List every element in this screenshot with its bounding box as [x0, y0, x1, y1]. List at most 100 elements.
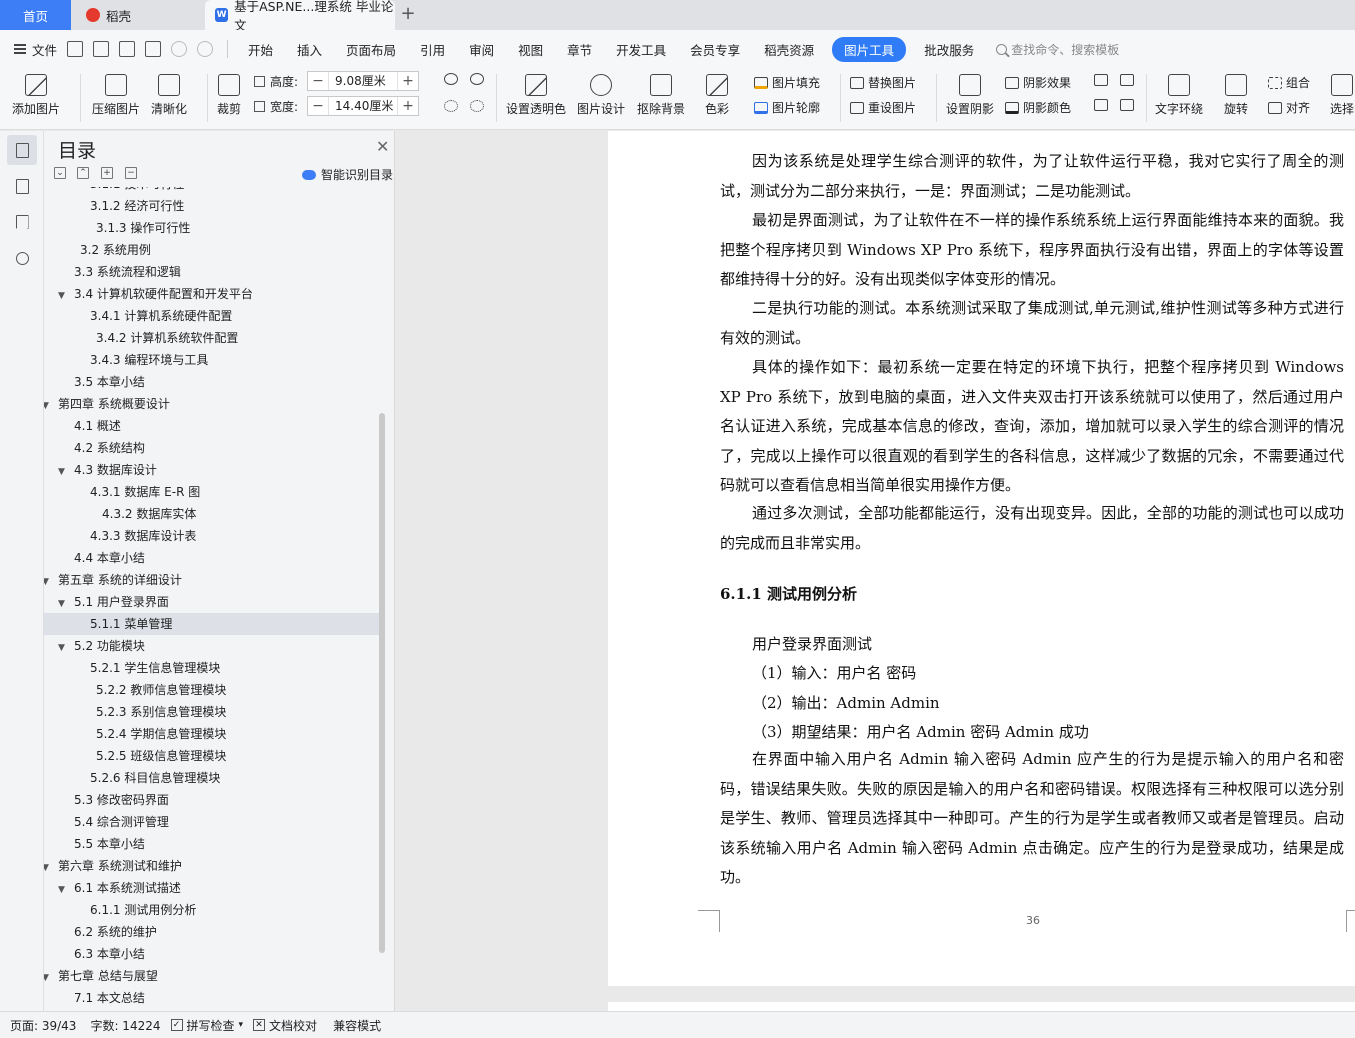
remove-heading-icon[interactable]: −: [125, 167, 137, 179]
word-count[interactable]: 字数: 14224: [90, 1017, 160, 1034]
toc-item[interactable]: ▼ 5.1 用户登录界面: [44, 591, 380, 613]
undo-icon[interactable]: [171, 41, 188, 57]
toc-item[interactable]: ▼ 第七章 总结与展望: [44, 965, 380, 987]
remove-background-button[interactable]: 抠除背景: [637, 70, 685, 117]
toc-item[interactable]: 6.3 本章小结: [44, 943, 380, 965]
collapse-all-icon[interactable]: ⌄: [54, 167, 66, 179]
toc-item[interactable]: 4.2 系统结构: [44, 437, 380, 459]
toc-item[interactable]: 6.2 系统的维护: [44, 921, 380, 943]
toc-item[interactable]: 5.2.4 学期信息管理模块: [44, 723, 380, 745]
add-heading-icon[interactable]: +: [101, 167, 113, 179]
toc-item[interactable]: 3.4.2 计算机系统软件配置: [44, 327, 380, 349]
toc-item[interactable]: 7.1 本文总结: [44, 987, 380, 1009]
print-icon[interactable]: [119, 41, 136, 57]
toc-item[interactable]: 4.4 本章小结: [44, 547, 380, 569]
file-menu[interactable]: 文件: [14, 40, 57, 59]
find-button[interactable]: [7, 243, 37, 273]
picture-fill-button[interactable]: 图片填充: [754, 74, 820, 91]
toc-item[interactable]: 5.4 综合测评管理: [44, 811, 380, 833]
toc-item[interactable]: ▼ 6.1 本系统测试描述: [44, 877, 380, 899]
shadow-up-icon[interactable]: [1094, 74, 1112, 86]
menu-tab[interactable]: 引用: [420, 40, 445, 59]
sharpen-button[interactable]: 清晰化: [151, 70, 187, 117]
toc-item[interactable]: 5.3 修改密码界面: [44, 789, 380, 811]
toc-item[interactable]: 3.2 系统用例: [44, 239, 380, 261]
menu-tab[interactable]: 开始: [248, 40, 273, 59]
menu-tab[interactable]: 稻壳资源: [764, 40, 814, 59]
menu-tab[interactable]: 视图: [518, 40, 543, 59]
toc-item[interactable]: 5.2.1 学生信息管理模块: [44, 657, 380, 679]
save-icon[interactable]: [67, 41, 84, 57]
chevron-down-icon[interactable]: ▼: [44, 857, 54, 879]
toc-item[interactable]: 4.3.3 数据库设计表: [44, 525, 380, 547]
menu-tab[interactable]: 插入: [297, 40, 322, 59]
page-indicator[interactable]: 页面: 39/43: [10, 1017, 76, 1034]
toc-item[interactable]: ▼ 第五章 系统的详细设计: [44, 569, 380, 591]
tab-docer[interactable]: 稻壳: [72, 0, 200, 30]
shadow-effect-button[interactable]: 阴影效果: [1005, 74, 1071, 91]
set-shadow-button[interactable]: 设置阴影: [946, 70, 994, 117]
align-button[interactable]: 对齐: [1268, 99, 1310, 116]
picture-design-button[interactable]: 图片设计: [577, 70, 625, 117]
text-wrap-button[interactable]: 文字环绕: [1155, 70, 1203, 117]
rotate-right-icon[interactable]: [470, 73, 488, 85]
shadow-color-button[interactable]: 阴影颜色: [1005, 99, 1071, 116]
color-button[interactable]: 色彩: [705, 70, 729, 117]
chevron-down-icon[interactable]: ▼: [58, 879, 70, 901]
crop-button[interactable]: 裁剪: [217, 70, 241, 117]
add-picture-button[interactable]: 添加图片: [12, 70, 60, 117]
document-area[interactable]: 因为该系统是处理学生综合测评的软件，为了让软件运行平稳，我对它实行了周全的测试，…: [395, 131, 1355, 1011]
toc-item[interactable]: 5.2.2 教师信息管理模块: [44, 679, 380, 701]
toc-item[interactable]: 3.5 本章小结: [44, 371, 380, 393]
toc-item[interactable]: 5.1.1 菜单管理: [44, 613, 380, 635]
shadow-right-icon[interactable]: [1120, 99, 1138, 111]
width-decrease-button[interactable]: −: [308, 97, 328, 115]
toc-item[interactable]: 4.3.2 数据库实体: [44, 503, 380, 525]
toc-scrollbar[interactable]: [379, 413, 385, 953]
picture-outline-button[interactable]: 图片轮廓: [754, 99, 820, 116]
tab-home[interactable]: 首页: [0, 0, 71, 30]
shadow-left-icon[interactable]: [1094, 99, 1112, 111]
chevron-down-icon[interactable]: ▼: [58, 461, 70, 483]
toc-item[interactable]: ▼ 3.4 计算机软硬件配置和开发平台: [44, 283, 380, 305]
toc-item[interactable]: 3.1.1 技术可行性: [44, 187, 380, 195]
height-decrease-button[interactable]: −: [308, 72, 328, 90]
smart-toc-button[interactable]: 智能识别目录: [302, 166, 393, 183]
width-value[interactable]: 14.40厘米: [328, 97, 398, 115]
width-increase-button[interactable]: +: [398, 97, 418, 115]
brightness-icon[interactable]: [444, 100, 462, 112]
toc-item[interactable]: 5.2.5 班级信息管理模块: [44, 745, 380, 767]
toc-item[interactable]: 3.4.3 编程环境与工具: [44, 349, 380, 371]
rotate-left-icon[interactable]: [444, 73, 462, 85]
toc-item[interactable]: 6.1.1 测试用例分析: [44, 899, 380, 921]
chevron-down-icon[interactable]: ▼: [44, 967, 54, 989]
bookmark-button[interactable]: [7, 207, 37, 237]
toc-item[interactable]: 3.4.1 计算机系统硬件配置: [44, 305, 380, 327]
toc-item[interactable]: 4.1 概述: [44, 415, 380, 437]
toc-item[interactable]: ▼ 第四章 系统概要设计: [44, 393, 380, 415]
command-search[interactable]: 查找命令、搜索模板: [996, 41, 1119, 58]
toc-item[interactable]: ▼ 4.3 数据库设计: [44, 459, 380, 481]
contrast-icon[interactable]: [470, 100, 488, 112]
toc-item[interactable]: 5.5 本章小结: [44, 833, 380, 855]
toc-item[interactable]: 3.1.2 经济可行性: [44, 195, 380, 217]
chevron-down-icon[interactable]: ▼: [58, 637, 70, 659]
menu-tab[interactable]: 批改服务: [924, 40, 974, 59]
height-input[interactable]: − 9.08厘米 +: [307, 71, 419, 91]
toc-item[interactable]: 5.2.3 系别信息管理模块: [44, 701, 380, 723]
select-button[interactable]: 选择: [1330, 70, 1354, 117]
close-icon[interactable]: ✕: [376, 137, 389, 156]
shadow-down-icon[interactable]: [1120, 74, 1138, 86]
rotate-button[interactable]: 旋转: [1224, 70, 1248, 117]
menu-tab[interactable]: 页面布局: [346, 40, 396, 59]
menu-tab[interactable]: 图片工具: [832, 36, 907, 62]
chevron-down-icon[interactable]: ▼: [58, 285, 70, 307]
menu-tab[interactable]: 会员专享: [690, 40, 740, 59]
next-page[interactable]: [608, 1002, 1355, 1011]
redo-icon[interactable]: [197, 41, 214, 57]
new-tab-button[interactable]: +: [398, 4, 418, 24]
chevron-down-icon[interactable]: ▼: [44, 571, 54, 593]
height-value[interactable]: 9.08厘米: [328, 72, 398, 90]
chapter-nav-button[interactable]: [7, 171, 37, 201]
expand-all-icon[interactable]: ⌃: [77, 167, 89, 179]
